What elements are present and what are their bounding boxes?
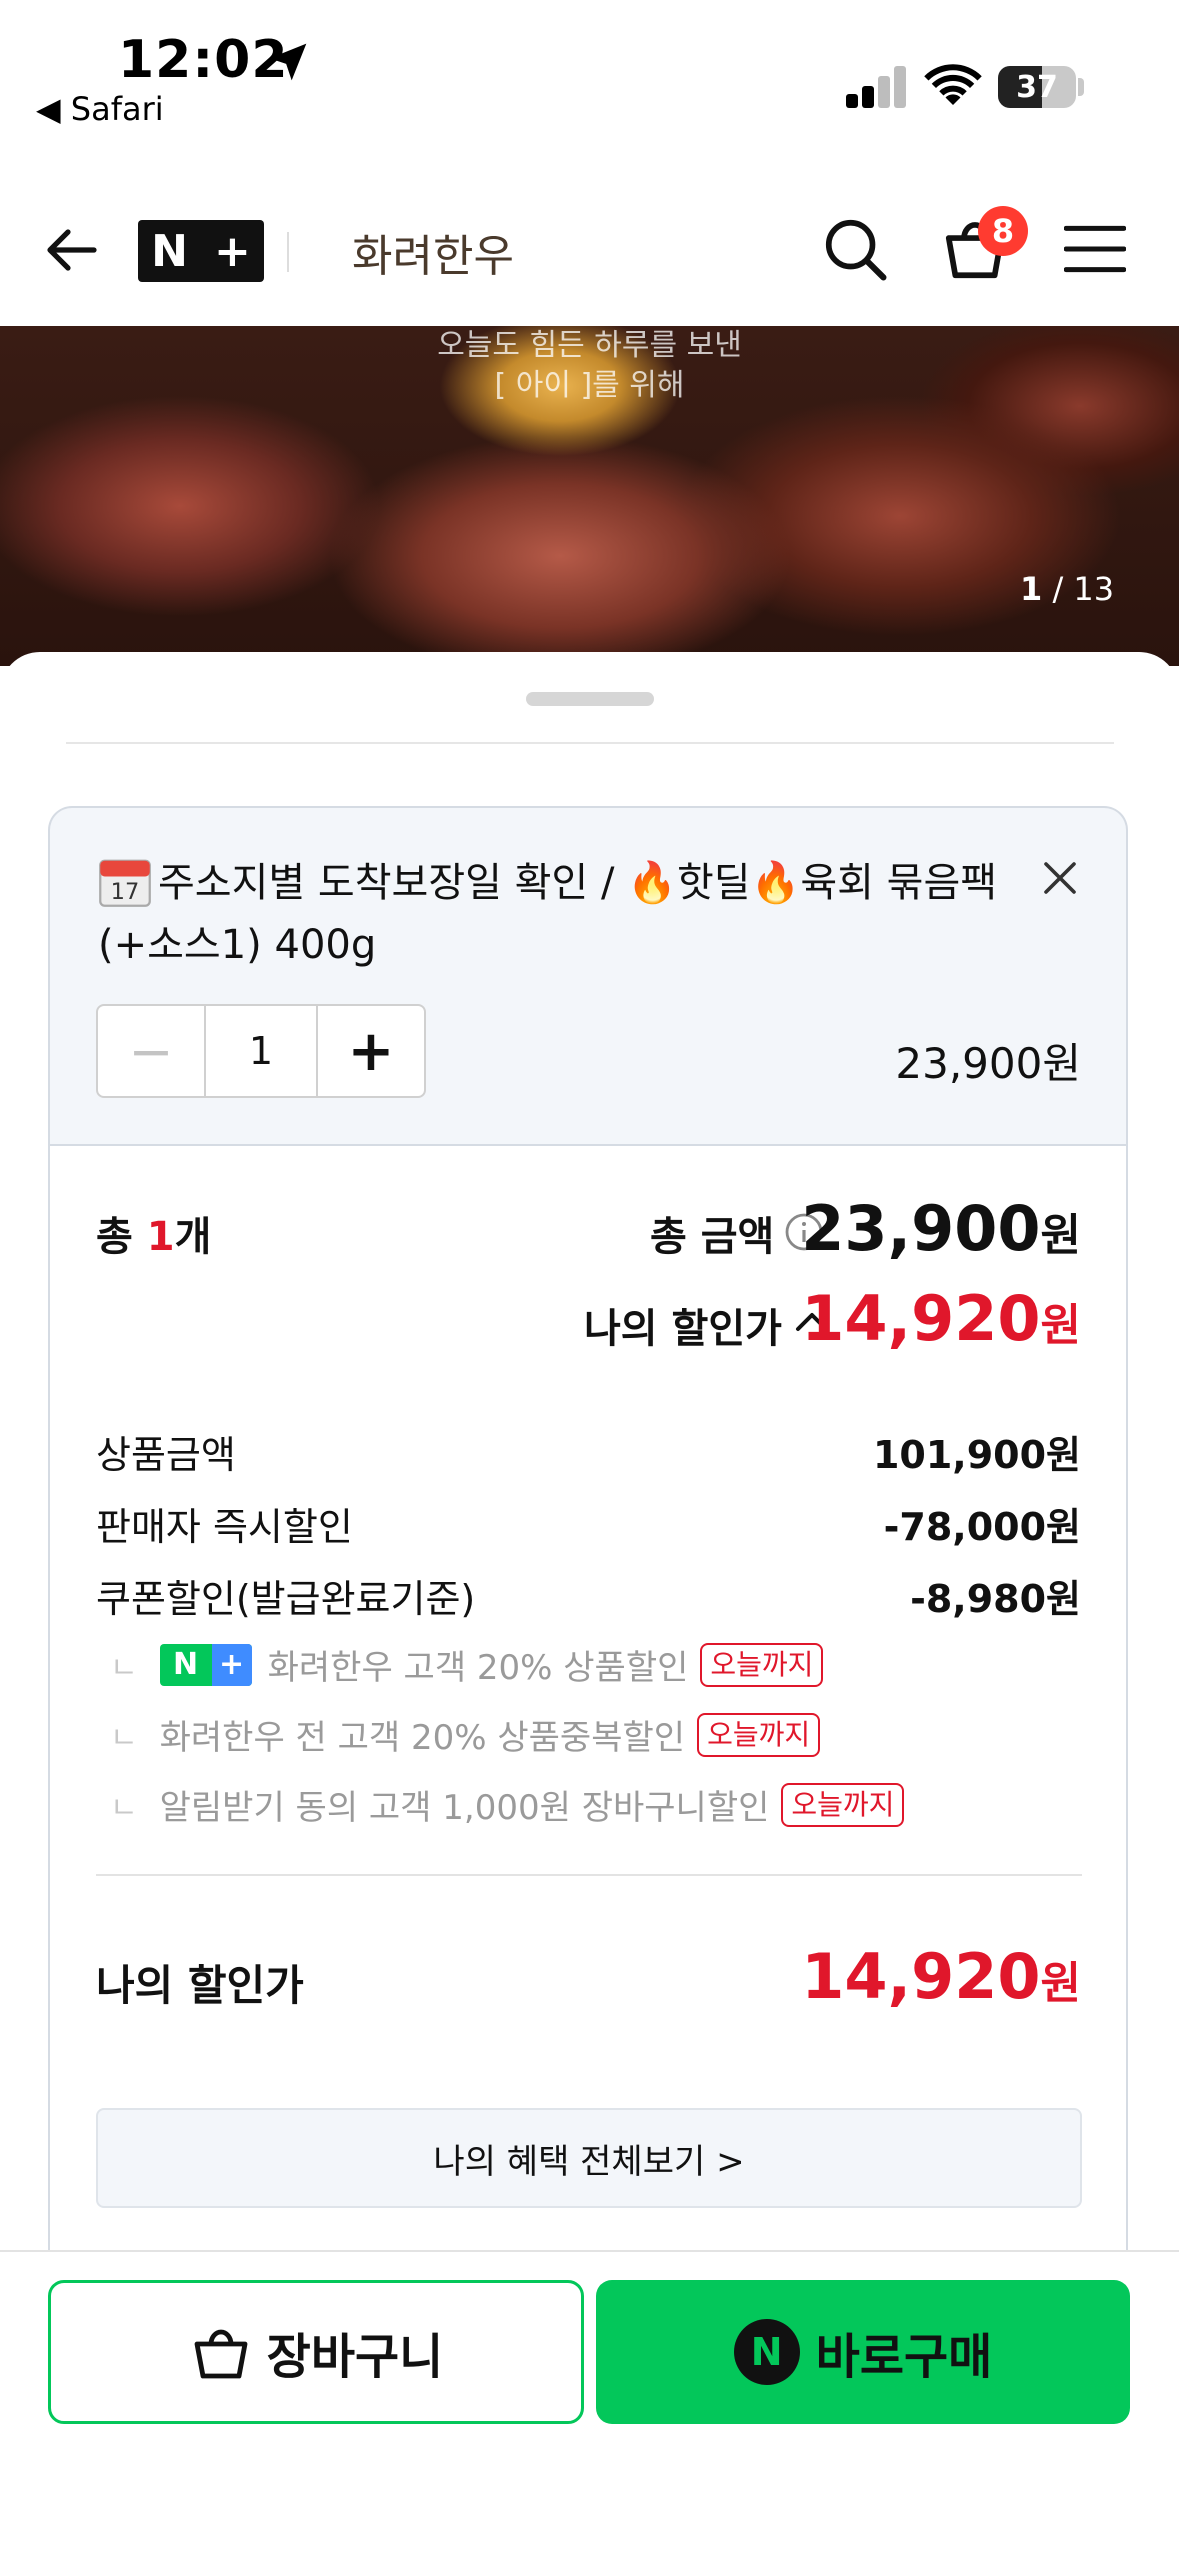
image-counter-total: / 13 bbox=[1052, 570, 1115, 608]
add-to-cart-button[interactable]: 장바구니 bbox=[48, 2280, 584, 2424]
coupon-elbow: ㄴ bbox=[110, 1650, 138, 1686]
back-to-safari[interactable]: ◀ Safari bbox=[36, 90, 164, 128]
image-counter-current: 1 bbox=[1020, 570, 1043, 608]
total-count-suffix: 개 bbox=[174, 1214, 212, 1260]
status-time: 12:02 bbox=[118, 30, 289, 90]
cart-count-badge: 8 bbox=[978, 206, 1028, 256]
coupon-item: ㄴ 알림받기 동의 고객 1,000원 장바구니할인 오늘까지 bbox=[110, 1780, 905, 1829]
buy-now-button[interactable]: N 바로구매 bbox=[596, 2280, 1130, 2424]
quantity-stepper: − 1 + bbox=[96, 1004, 426, 1098]
total-amount: 23,900원 bbox=[801, 1192, 1081, 1265]
total-count-number: 1 bbox=[146, 1214, 175, 1260]
product-amount-value: 101,900원 bbox=[872, 1433, 1081, 1477]
caption-line-1: 오늘도 힘든 하루를 보낸 bbox=[437, 328, 742, 363]
hamburger-menu-icon[interactable] bbox=[1064, 224, 1126, 274]
total-amount-value: 23,900 bbox=[801, 1192, 1041, 1265]
logo-n: N bbox=[151, 225, 188, 277]
back-arrow-icon[interactable] bbox=[40, 218, 104, 282]
coupon-text: 화려한우 고객 20% 상품할인 bbox=[267, 1648, 689, 1688]
option-title: 주소지별 도착보장일 확인 / 🔥핫딜🔥육회 묶음팩(+소스1) 400g bbox=[98, 860, 998, 968]
expires-today-tag: 오늘까지 bbox=[700, 1642, 824, 1687]
close-icon[interactable] bbox=[1040, 858, 1080, 898]
header-divider bbox=[287, 232, 289, 272]
cart-button-label: 장바구니 bbox=[266, 2329, 444, 2385]
coupon-item: ㄴ 화려한우 전 고객 20% 상품중복할인 오늘까지 bbox=[110, 1710, 821, 1759]
logo-plus: + bbox=[214, 225, 251, 277]
expires-today-tag: 오늘까지 bbox=[697, 1712, 821, 1757]
total-count-prefix: 총 bbox=[96, 1214, 147, 1260]
final-price: 14,920원 bbox=[801, 1940, 1081, 2013]
final-price-label: 나의 할인가 bbox=[96, 1961, 304, 2010]
total-amount-label: 총 금액 bbox=[650, 1214, 775, 1260]
sheet-grabber-handle[interactable] bbox=[526, 692, 654, 706]
product-amount-label: 상품금액 bbox=[96, 1433, 236, 1477]
seller-discount-value: -78,000원 bbox=[883, 1505, 1081, 1549]
coupon-text: 화려한우 전 고객 20% 상품중복할인 bbox=[159, 1718, 686, 1758]
store-name[interactable]: 화려한우 bbox=[352, 220, 514, 284]
product-image-carousel[interactable]: 오늘도 힘든 하루를 보낸 [ 아이 ]를 위해 bbox=[0, 326, 1179, 666]
caption-line-2: [ 아이 ]를 위해 bbox=[494, 368, 685, 403]
cellular-signal-icon bbox=[846, 64, 908, 108]
naver-plus-badge-icon: N + bbox=[159, 1643, 252, 1686]
sheet-divider bbox=[66, 742, 1114, 744]
view-all-benefits-button[interactable]: 나의 혜택 전체보기 > bbox=[96, 2108, 1082, 2208]
battery-tip bbox=[1078, 78, 1084, 96]
coupon-discount-label: 쿠폰할인(발급완료기준) bbox=[96, 1577, 476, 1621]
increase-quantity-button[interactable]: + bbox=[318, 1006, 424, 1096]
naver-pay-icon: N bbox=[733, 2319, 800, 2385]
buy-button-label: 바로구매 bbox=[815, 2329, 993, 2385]
expires-today-tag: 오늘까지 bbox=[781, 1782, 905, 1827]
wifi-icon bbox=[924, 64, 982, 105]
option-price: 23,900원 bbox=[895, 1039, 1081, 1088]
coupon-item: ㄴ N + 화려한우 고객 20% 상품할인 오늘까지 bbox=[110, 1640, 824, 1689]
coupon-elbow: ㄴ bbox=[110, 1720, 138, 1756]
decrease-quantity-button[interactable]: − bbox=[98, 1006, 206, 1096]
summary-divider bbox=[96, 1874, 1082, 1876]
image-counter: 1 / 13 bbox=[1020, 570, 1114, 608]
my-price-value: 14,920 bbox=[801, 1282, 1041, 1355]
quantity-value[interactable]: 1 bbox=[206, 1006, 318, 1096]
shopping-bag-icon bbox=[194, 2329, 248, 2379]
naver-plus-logo[interactable]: N + bbox=[138, 220, 264, 282]
location-arrow-icon bbox=[269, 43, 307, 81]
final-price-unit: 원 bbox=[1040, 1958, 1081, 2009]
final-price-value: 14,920 bbox=[801, 1940, 1041, 2013]
coupon-text: 알림받기 동의 고객 1,000원 장바구니할인 bbox=[159, 1788, 770, 1828]
my-price-label[interactable]: 나의 할인가 bbox=[584, 1296, 782, 1354]
image-caption: 오늘도 힘든 하루를 보낸 [ 아이 ]를 위해 bbox=[0, 326, 1179, 406]
total-amount-unit: 원 bbox=[1040, 1210, 1081, 1261]
total-count: 총 1개 bbox=[96, 1204, 211, 1262]
battery-icon: 37 bbox=[998, 66, 1076, 108]
battery-level: 37 bbox=[1016, 70, 1058, 105]
seller-discount-label: 판매자 즉시할인 bbox=[96, 1505, 353, 1549]
coupon-discount-value: -8,980원 bbox=[910, 1577, 1081, 1621]
my-price-unit: 원 bbox=[1040, 1300, 1081, 1351]
coupon-elbow: ㄴ bbox=[110, 1790, 138, 1826]
search-icon[interactable] bbox=[820, 214, 890, 284]
my-discount-price: 14,920원 bbox=[801, 1282, 1081, 1355]
